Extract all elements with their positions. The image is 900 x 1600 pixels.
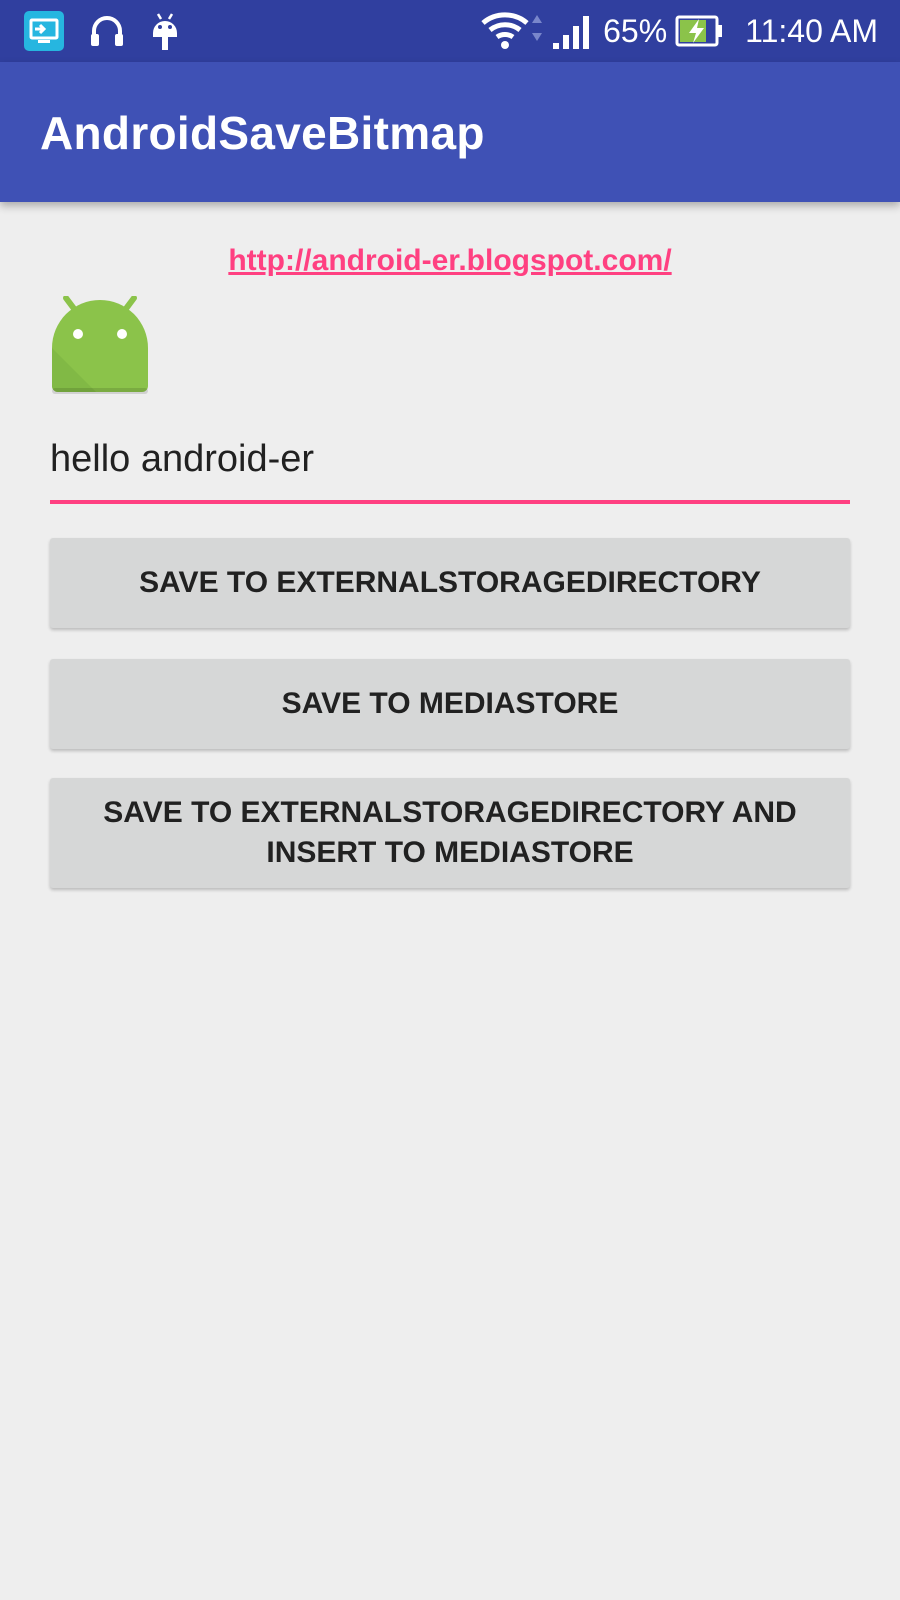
android-debug-icon bbox=[150, 11, 180, 51]
android-logo-icon bbox=[48, 295, 152, 400]
blog-link[interactable]: http://android-er.blogspot.com/ bbox=[0, 244, 900, 278]
app-bar: AndroidSaveBitmap bbox=[0, 62, 900, 202]
screen-mirror-icon bbox=[24, 11, 64, 51]
signal-icon bbox=[551, 11, 595, 51]
status-bar: 65% 11:40 AM bbox=[0, 0, 900, 62]
text-input-underline bbox=[50, 500, 850, 504]
text-input-field[interactable]: hello android-er bbox=[50, 438, 850, 504]
battery-percent: 65% bbox=[603, 12, 668, 49]
clock: 11:40 AM bbox=[745, 12, 878, 49]
text-input-value[interactable]: hello android-er bbox=[50, 438, 314, 481]
save-external-and-insert-mediastore-button[interactable]: SAVE TO EXTERNALSTORAGEDIRECTORY AND INS… bbox=[50, 778, 850, 888]
status-right-icons: 65% 11:40 AM bbox=[481, 0, 878, 62]
battery-charging-icon bbox=[675, 14, 725, 48]
save-mediastore-button[interactable]: SAVE TO MEDIASTORE bbox=[50, 659, 850, 749]
save-external-storage-button[interactable]: SAVE TO EXTERNALSTORAGEDIRECTORY bbox=[50, 538, 850, 628]
wifi-icon bbox=[481, 9, 551, 53]
headset-icon bbox=[88, 12, 126, 50]
status-left-icons bbox=[24, 10, 204, 52]
app-title: AndroidSaveBitmap bbox=[40, 107, 485, 159]
